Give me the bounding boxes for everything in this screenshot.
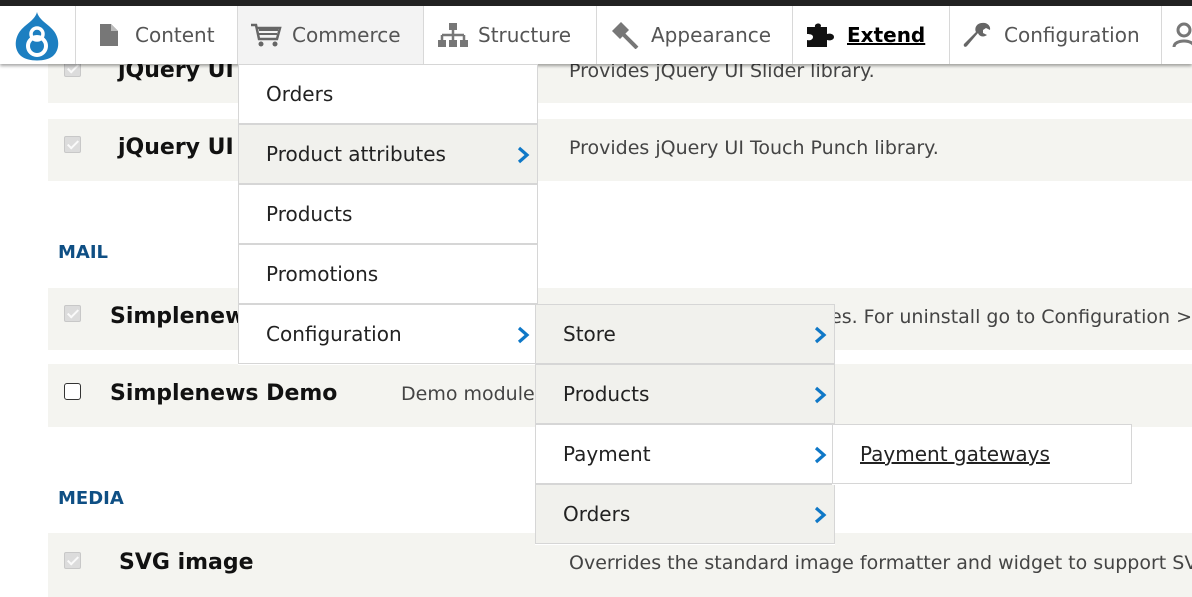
toolbar-extend[interactable]: Extend [793, 6, 950, 64]
toolbar-content[interactable]: Content [77, 6, 238, 64]
toolbar-structure-label: Structure [478, 23, 572, 47]
admin-toolbar: Content Commerce Structure Appearance Ex… [0, 0, 1192, 64]
chevron-right-icon [814, 326, 827, 344]
chevron-right-icon [517, 326, 530, 344]
file-icon [97, 23, 121, 47]
toolbar-content-label: Content [135, 23, 215, 47]
menu-item-label: Configuration [266, 322, 402, 346]
menu-item-label: Product attributes [266, 142, 446, 166]
menu-item-products[interactable]: Products [238, 184, 538, 244]
toolbar-people[interactable] [1162, 6, 1192, 64]
toolbar-commerce-label: Commerce [292, 23, 401, 47]
chevron-right-icon [517, 146, 530, 164]
menu-item-label[interactable]: Payment gateways [860, 442, 1050, 466]
toolbar-configuration[interactable]: Configuration [950, 6, 1162, 64]
menu-item-label: Payment [563, 442, 651, 466]
toolbar-configuration-label: Configuration [1004, 23, 1140, 47]
menu-item-label: Store [563, 322, 616, 346]
submenu-item-products[interactable]: Products [535, 364, 835, 424]
module-checkbox[interactable] [64, 136, 81, 153]
drupal-icon [15, 12, 59, 61]
toolbar-extend-label: Extend [847, 23, 926, 47]
module-description: Demo module [401, 383, 535, 405]
module-checkbox[interactable] [64, 383, 81, 400]
menu-item-label: Orders [563, 502, 631, 526]
submenu-item-payment-gateways[interactable]: Payment gateways [832, 424, 1132, 484]
module-checkbox[interactable] [64, 552, 81, 569]
submenu-item-store[interactable]: Store [535, 304, 835, 364]
module-name: Simplenews Demo [110, 381, 338, 406]
submenu-item-payment[interactable]: Payment [535, 424, 835, 484]
paint-roller-icon [609, 22, 639, 49]
section-heading-media: MEDIA [58, 488, 124, 509]
configuration-submenu: Store Products Payment Orders [535, 304, 835, 545]
menu-item-label: Products [266, 202, 353, 226]
section-heading-mail: MAIL [58, 242, 109, 263]
submenu-item-orders[interactable]: Orders [535, 484, 835, 544]
module-name: Simplenews [110, 304, 259, 329]
module-description: Overrides the standard image formatter a… [569, 552, 1192, 574]
commerce-menu: Orders Product attributes Products Promo… [238, 64, 538, 365]
menu-item-orders[interactable]: Orders [238, 64, 538, 124]
toolbar-appearance[interactable]: Appearance [597, 6, 793, 64]
menu-item-product-attributes[interactable]: Product attributes [238, 124, 538, 184]
module-description: Provides jQuery UI Touch Punch library. [569, 137, 939, 159]
menu-item-promotions[interactable]: Promotions [238, 244, 538, 304]
module-checkbox[interactable] [64, 305, 81, 322]
cart-icon [250, 23, 282, 47]
module-name: SVG image [119, 550, 254, 575]
chevron-right-icon [814, 386, 827, 404]
sitemap-icon [438, 23, 468, 47]
payment-submenu: Payment gateways [832, 424, 1132, 485]
toolbar-structure[interactable]: Structure [424, 6, 597, 64]
person-icon [1172, 22, 1192, 48]
module-row-jquery-ui-touch-punch: jQuery UI T Provides jQuery UI Touch Pun… [48, 119, 1192, 181]
menu-item-label: Products [563, 382, 650, 406]
toolbar-commerce[interactable]: Commerce [238, 6, 424, 64]
toolbar-appearance-label: Appearance [651, 23, 772, 47]
chevron-right-icon [814, 506, 827, 524]
module-description: es. For uninstall go to Configuration > [830, 306, 1192, 328]
menu-item-label: Promotions [266, 262, 379, 286]
menu-item-label: Orders [266, 82, 334, 106]
menu-item-configuration[interactable]: Configuration [238, 304, 538, 364]
module-name: jQuery UI T [118, 135, 257, 160]
wrench-icon [962, 22, 992, 47]
chevron-right-icon [814, 446, 827, 464]
drupal-logo-link[interactable] [0, 6, 76, 64]
puzzle-icon [805, 23, 837, 47]
